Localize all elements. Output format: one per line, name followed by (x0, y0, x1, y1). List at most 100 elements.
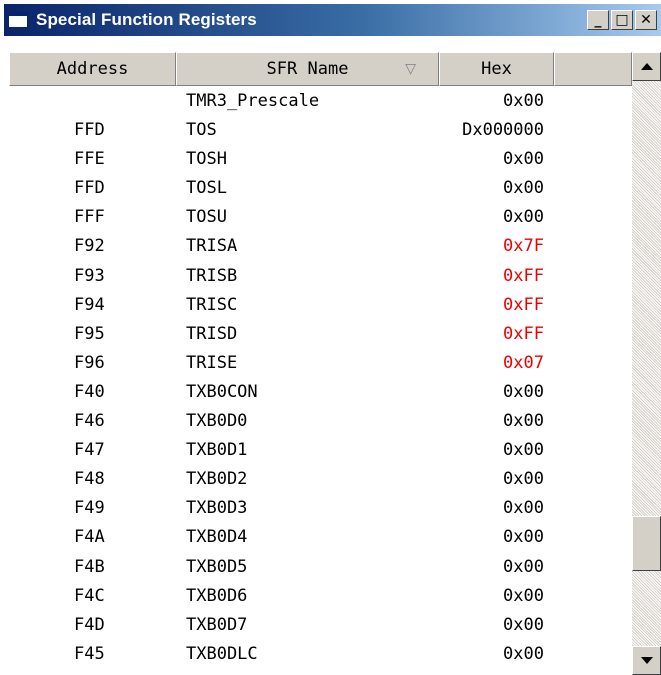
address-cell: FFD (74, 178, 105, 199)
hex-value-cell: 0xFF (503, 294, 544, 315)
hex-value-cell: 0x00 (503, 614, 544, 635)
hex-value-cell: Dx000000 (462, 120, 544, 141)
column-header-address[interactable]: Address (9, 52, 176, 86)
sfr-name-cell: TOSH (186, 149, 227, 170)
arrow-up-icon (641, 63, 653, 70)
table-row[interactable]: F47 TXB0D1 0x00 (9, 435, 632, 464)
sfr-name-cell: TXB0D7 (186, 614, 248, 635)
scroll-thumb[interactable] (632, 516, 661, 571)
sfr-name-cell: TRISE (186, 352, 238, 373)
hex-value-cell: 0x00 (503, 556, 544, 577)
table-row[interactable]: F40 TXB0CON 0x00 (9, 377, 632, 406)
scroll-up-button[interactable] (632, 52, 661, 81)
address-cell: F92 (74, 236, 105, 257)
register-list[interactable]: TMR3_Prescale 0x00 FFD TOS Dx000000 FFE TOSH 0x… (9, 86, 632, 675)
address-cell: F4C (74, 585, 105, 606)
hex-value-cell: 0x00 (503, 643, 544, 664)
hex-value-cell: 0x00 (503, 207, 544, 228)
table-row[interactable]: FFE TOSH 0x00 (9, 144, 632, 173)
column-header-name-label: SFR Name (266, 59, 349, 79)
vertical-scrollbar[interactable] (632, 52, 661, 675)
sfr-name-cell: TOS (186, 120, 217, 141)
address-cell: F46 (74, 411, 105, 432)
hex-value-cell: 0xFF (503, 265, 544, 286)
table-row[interactable]: F4A TXB0D4 0x00 (9, 522, 632, 551)
address-cell: F40 (74, 381, 105, 402)
table-row[interactable]: TMR3_Prescale 0x00 (9, 86, 632, 115)
address-cell: F48 (74, 469, 105, 490)
hex-value-cell: 0x00 (503, 178, 544, 199)
sfr-name-cell: TXB0D4 (186, 527, 248, 548)
hex-value-cell: 0x00 (503, 498, 544, 519)
hex-value-cell: 0x07 (503, 352, 544, 373)
sfr-window: Special Function Registers _ □ ✕ Address… (0, 0, 661, 675)
address-cell: F95 (74, 323, 105, 344)
address-cell: FFD (74, 120, 105, 141)
address-cell: F4B (74, 556, 105, 577)
hex-value-cell: 0x00 (503, 381, 544, 402)
hex-value-cell: 0x00 (503, 149, 544, 170)
sfr-name-cell: TOSU (186, 207, 227, 228)
window-icon (8, 12, 28, 28)
sfr-name-cell: TXB0D6 (186, 585, 248, 606)
sfr-name-cell: TXB0DLC (186, 643, 258, 664)
sfr-name-cell: TRISB (186, 265, 238, 286)
table-row[interactable]: F4C TXB0D6 0x00 (9, 581, 632, 610)
table-row[interactable]: F4B TXB0D5 0x00 (9, 552, 632, 581)
hex-value-cell: 0x00 (503, 411, 544, 432)
hex-value-cell: 0x00 (503, 527, 544, 548)
address-cell: F49 (74, 498, 105, 519)
address-cell: F96 (74, 352, 105, 373)
scroll-down-button[interactable] (632, 646, 661, 675)
sort-descending-icon: ▽ (405, 61, 416, 77)
column-header-hex-label: Hex (481, 59, 512, 79)
table-row[interactable]: F45 TXB0DLC 0x00 (9, 639, 632, 668)
address-cell: F4D (74, 614, 105, 635)
sfr-name-cell: TMR3_Prescale (186, 91, 320, 111)
hex-value-cell: 0x00 (503, 91, 544, 111)
sfr-name-cell: TRISD (186, 323, 238, 344)
close-button[interactable]: ✕ (635, 10, 657, 30)
table-row[interactable]: FFD TOS Dx000000 (9, 115, 632, 144)
table-row[interactable]: F93 TRISB 0xFF (9, 261, 632, 290)
sfr-name-cell: TXB0D5 (186, 556, 248, 577)
address-cell: F4A (74, 527, 105, 548)
address-cell: FFF (74, 207, 105, 228)
title-bar[interactable]: Special Function Registers _ □ ✕ (4, 4, 661, 36)
window-title: Special Function Registers (36, 10, 257, 29)
address-cell: F94 (74, 294, 105, 315)
sfr-name-cell: TXB0D2 (186, 469, 248, 490)
address-cell: FFE (74, 149, 105, 170)
table-row[interactable]: F46 TXB0D0 0x00 (9, 406, 632, 435)
minimize-button[interactable]: _ (587, 10, 609, 30)
address-cell: F93 (74, 265, 105, 286)
hex-value-cell: 0xFF (503, 323, 544, 344)
address-cell: F47 (74, 440, 105, 461)
column-header-address-label: Address (56, 59, 129, 79)
sfr-name-cell: TRISC (186, 294, 238, 315)
column-header-filler (554, 52, 632, 86)
table-row[interactable]: FFD TOSL 0x00 (9, 173, 632, 202)
table-row[interactable]: F48 TXB0D2 0x00 (9, 464, 632, 493)
table-row[interactable]: F94 TRISC 0xFF (9, 290, 632, 319)
maximize-button[interactable]: □ (611, 10, 633, 30)
sfr-name-cell: TXB0D1 (186, 440, 248, 461)
hex-value-cell: 0x00 (503, 469, 544, 490)
hex-value-cell: 0x00 (503, 585, 544, 606)
table-row[interactable]: F92 TRISA 0x7F (9, 231, 632, 260)
hex-value-cell: 0x7F (503, 236, 544, 257)
column-header-sfr-name[interactable]: SFR Name ▽ (176, 52, 439, 86)
sfr-name-cell: TXB0CON (186, 381, 258, 402)
column-header-hex[interactable]: Hex (439, 52, 554, 86)
table-row[interactable]: F96 TRISE 0x07 (9, 348, 632, 377)
address-cell: F45 (74, 643, 105, 664)
hex-value-cell: 0x00 (503, 440, 544, 461)
sfr-name-cell: TXB0D3 (186, 498, 248, 519)
table-row[interactable]: FFF TOSU 0x00 (9, 202, 632, 231)
sfr-name-cell: TRISA (186, 236, 238, 257)
sfr-name-cell: TOSL (186, 178, 227, 199)
table-row[interactable]: F49 TXB0D3 0x00 (9, 493, 632, 522)
table-row[interactable]: F4D TXB0D7 0x00 (9, 610, 632, 639)
table-row[interactable]: F95 TRISD 0xFF (9, 319, 632, 348)
sfr-name-cell: TXB0D0 (186, 411, 248, 432)
